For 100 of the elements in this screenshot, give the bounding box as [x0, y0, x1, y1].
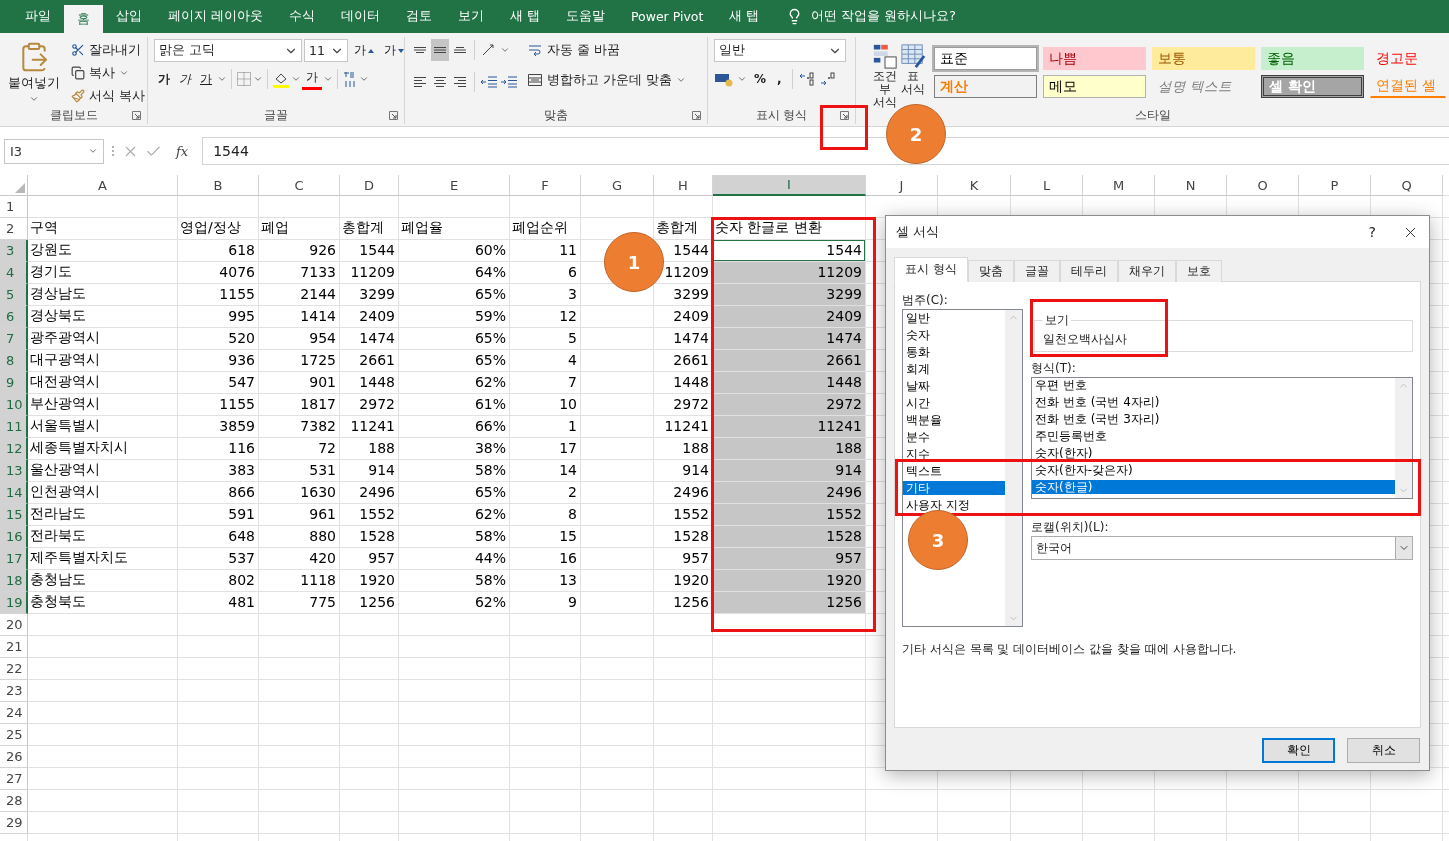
row-header[interactable]: 6: [0, 306, 28, 328]
font-size-field[interactable]: 11: [304, 39, 348, 62]
row-header[interactable]: 8: [0, 350, 28, 372]
insert-function-button[interactable]: fx: [168, 143, 197, 159]
dialog-tab[interactable]: 표시 형식: [894, 257, 968, 282]
ribbon-tab[interactable]: Power Pivot: [617, 0, 717, 33]
row-header[interactable]: 27: [0, 768, 28, 790]
ribbon-tab[interactable]: 페이지 레이아웃: [155, 0, 276, 33]
list-item[interactable]: 숫자(한자): [1032, 446, 1395, 460]
column-header[interactable]: F: [510, 175, 581, 196]
column-header[interactable]: Q: [1371, 175, 1443, 196]
list-item[interactable]: 분수: [903, 430, 1005, 444]
row-header[interactable]: 26: [0, 746, 28, 768]
cell-style-option[interactable]: 설명 텍스트: [1152, 75, 1255, 98]
list-item[interactable]: 텍스트: [903, 464, 1005, 478]
tell-me-search[interactable]: 어떤 작업을 원하시나요?: [811, 8, 956, 25]
name-box[interactable]: I3: [4, 138, 104, 164]
row-header[interactable]: 17: [0, 548, 28, 570]
row-header[interactable]: 20: [0, 614, 28, 636]
column-header[interactable]: D: [340, 175, 399, 196]
dialog-tab[interactable]: 채우기: [1117, 260, 1176, 282]
percent-button[interactable]: %: [750, 68, 771, 90]
column-header[interactable]: C: [259, 175, 340, 196]
list-item[interactable]: 숫자: [903, 328, 1005, 342]
dialog-button[interactable]: 확인: [1262, 738, 1335, 763]
row-header[interactable]: 3: [0, 240, 28, 262]
list-item[interactable]: 전화 번호 (국번 4자리): [1032, 395, 1395, 409]
cut-button[interactable]: 잘라내기: [68, 39, 148, 61]
row-header[interactable]: 22: [0, 658, 28, 680]
decrease-decimal-icon[interactable]: [819, 71, 838, 87]
row-header[interactable]: 13: [0, 460, 28, 482]
column-header[interactable]: P: [1299, 175, 1371, 196]
row-header[interactable]: 5: [0, 284, 28, 306]
comma-button[interactable]: ,: [773, 68, 786, 90]
cell-style-option[interactable]: 경고문: [1370, 47, 1446, 70]
dialog-button[interactable]: 취소: [1347, 738, 1420, 763]
ribbon-tab[interactable]: 새 탭: [497, 0, 553, 33]
list-item[interactable]: 기타: [903, 481, 1005, 495]
locale-select[interactable]: 한국어: [1031, 536, 1413, 560]
increase-indent-icon[interactable]: [500, 74, 518, 90]
row-header[interactable]: 9: [0, 372, 28, 394]
paste-button[interactable]: 붙여넣기: [6, 39, 62, 106]
dialog-tab[interactable]: 맞춤: [967, 260, 1014, 282]
underline-button[interactable]: 가: [196, 68, 216, 90]
list-item[interactable]: 시간: [903, 396, 1005, 410]
column-header[interactable]: B: [178, 175, 259, 196]
ribbon-tab[interactable]: 도움말: [552, 0, 618, 33]
ribbon-tab[interactable]: 수식: [276, 0, 328, 33]
decrease-indent-icon[interactable]: [480, 74, 498, 90]
dialog-launcher-icon[interactable]: [840, 110, 849, 120]
copy-button[interactable]: 복사: [68, 62, 148, 84]
row-header[interactable]: 14: [0, 482, 28, 504]
column-header[interactable]: H: [654, 175, 713, 196]
ribbon-tab[interactable]: 검토: [393, 0, 445, 33]
row-header[interactable]: 4: [0, 262, 28, 284]
cell-style-option[interactable]: 표준: [934, 47, 1037, 70]
ribbon-tab[interactable]: 파일: [12, 0, 64, 33]
row-header[interactable]: 29: [0, 812, 28, 834]
ribbon-tab[interactable]: 새 탭: [716, 0, 773, 33]
cell-style-option[interactable]: 좋음: [1261, 47, 1364, 70]
row-header[interactable]: 21: [0, 636, 28, 658]
increase-decimal-icon[interactable]: [798, 71, 817, 87]
help-button[interactable]: ?: [1368, 224, 1376, 240]
list-item[interactable]: 주민등록번호: [1032, 429, 1395, 443]
font-name-field[interactable]: 맑은 고딕: [154, 39, 302, 62]
italic-button[interactable]: 가: [175, 68, 195, 90]
format-as-table-button[interactable]: 표 서식: [900, 43, 926, 96]
row-header[interactable]: 1: [0, 196, 28, 218]
list-item[interactable]: 일반: [903, 311, 1005, 325]
column-header[interactable]: O: [1227, 175, 1299, 196]
row-header[interactable]: 25: [0, 724, 28, 746]
row-header[interactable]: 19: [0, 592, 28, 614]
row-header[interactable]: 11: [0, 416, 28, 438]
column-header[interactable]: J: [866, 175, 938, 196]
list-item[interactable]: 사용자 지정: [903, 498, 1005, 512]
font-color-button[interactable]: 가: [302, 68, 322, 90]
currency-icon[interactable]: [714, 71, 734, 87]
merge-center-button[interactable]: 병합하고 가운데 맞춤: [524, 69, 689, 91]
column-header[interactable]: G: [581, 175, 654, 196]
list-item[interactable]: 지수: [903, 447, 1005, 461]
dialog-tab[interactable]: 보호: [1175, 260, 1222, 282]
cell-style-option[interactable]: 보통: [1152, 47, 1255, 70]
row-header[interactable]: 18: [0, 570, 28, 592]
row-header[interactable]: 16: [0, 526, 28, 548]
dialog-tab[interactable]: 글꼴: [1013, 260, 1060, 282]
column-header[interactable]: I: [713, 175, 866, 196]
column-header[interactable]: L: [1011, 175, 1083, 196]
list-item[interactable]: 백분율: [903, 413, 1005, 427]
ribbon-tab[interactable]: 보기: [445, 0, 497, 33]
row-header[interactable]: 2: [0, 218, 28, 240]
row-header[interactable]: 24: [0, 702, 28, 724]
column-header[interactable]: A: [28, 175, 178, 196]
row-header[interactable]: 12: [0, 438, 28, 460]
column-header[interactable]: E: [399, 175, 510, 196]
column-header[interactable]: N: [1155, 175, 1227, 196]
ribbon-tab[interactable]: 홈: [64, 5, 103, 33]
grow-font-button[interactable]: 가: [350, 39, 378, 62]
row-header[interactable]: 10: [0, 394, 28, 416]
column-header[interactable]: M: [1083, 175, 1155, 196]
row-header[interactable]: 7: [0, 328, 28, 350]
